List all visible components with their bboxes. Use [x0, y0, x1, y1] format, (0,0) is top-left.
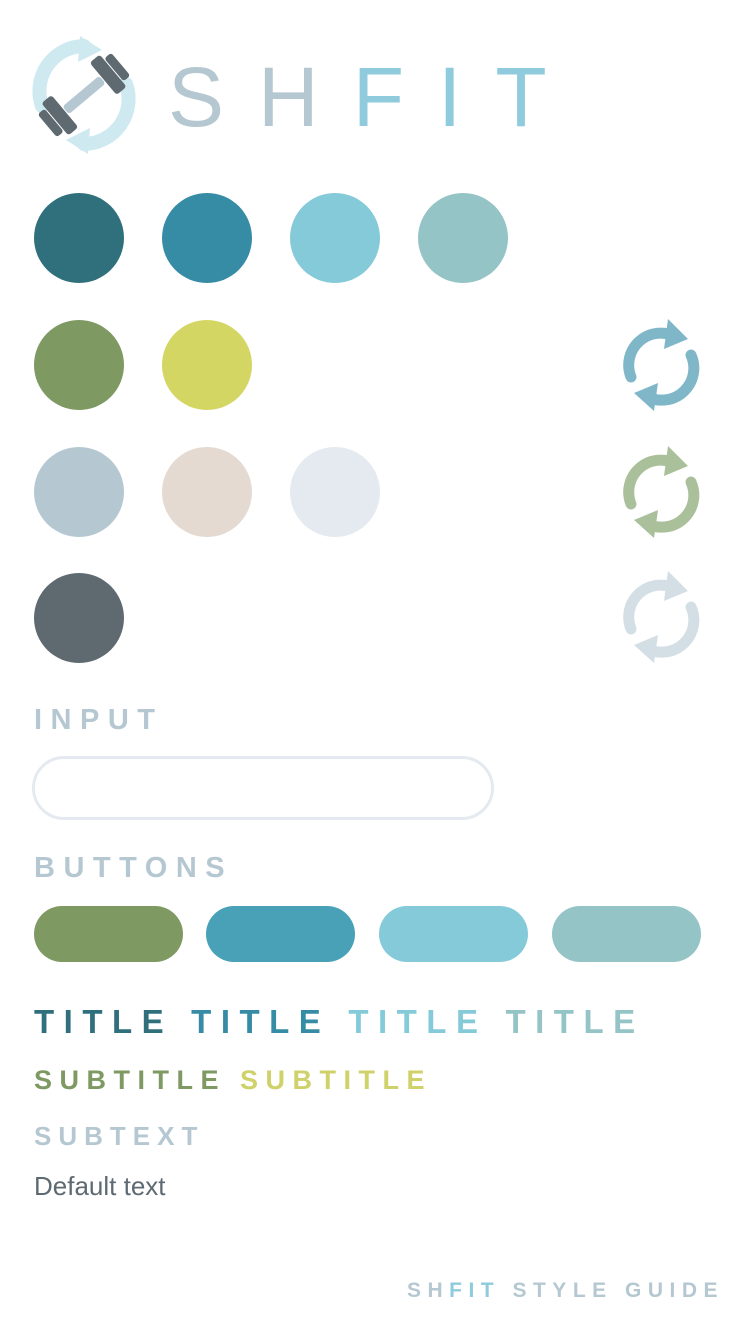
sync-icon: [623, 319, 700, 411]
swatch-deep-teal: [34, 193, 124, 283]
swatch-lime: [162, 320, 252, 410]
input-section-label: INPUT: [34, 704, 164, 736]
title-sample: TITLE: [505, 1003, 645, 1040]
sky-button[interactable]: [379, 906, 528, 962]
footer-brand-sh: SH: [406, 1279, 450, 1302]
default-text-sample: Default text: [34, 1171, 166, 1201]
title-row: TITLE TITLE TITLE TITLE: [34, 1003, 663, 1041]
buttons-section-label: BUTTONS: [34, 852, 234, 884]
sync-icon: [623, 571, 700, 663]
text-input[interactable]: [32, 756, 494, 820]
title-sample: TITLE: [348, 1003, 488, 1040]
swatch-seafoam: [418, 193, 508, 283]
style-guide-footer: SHFIT STYLE GUIDE: [407, 1279, 724, 1303]
subtext-sample: SUBTEXT: [34, 1121, 205, 1151]
olive-button[interactable]: [34, 906, 183, 962]
teal-button[interactable]: [206, 906, 355, 962]
subtitle-row: SUBTITLE SUBTITLE: [34, 1065, 446, 1096]
swatch-slate-light: [34, 447, 124, 537]
title-sample: TITLE: [191, 1003, 331, 1040]
seafoam-button[interactable]: [552, 906, 701, 962]
swatch-charcoal: [34, 573, 124, 663]
logo-word-sh: SH: [168, 50, 353, 144]
footer-brand-fit: FIT: [449, 1279, 501, 1302]
subtitle-sample: SUBTITLE: [240, 1065, 432, 1095]
logo-wordmark: SHFIT: [168, 52, 581, 142]
sync-icon: [623, 446, 700, 538]
swatch-olive: [34, 320, 124, 410]
title-sample: TITLE: [34, 1003, 174, 1040]
logo-word-fit: FIT: [352, 50, 581, 144]
swatch-mist: [290, 447, 380, 537]
swatch-sand: [162, 447, 252, 537]
swatch-teal: [162, 193, 252, 283]
dumbbell-sync-icon: [32, 36, 136, 154]
footer-title: STYLE GUIDE: [500, 1279, 724, 1302]
subtitle-sample: SUBTITLE: [34, 1065, 226, 1095]
swatch-sky: [290, 193, 380, 283]
